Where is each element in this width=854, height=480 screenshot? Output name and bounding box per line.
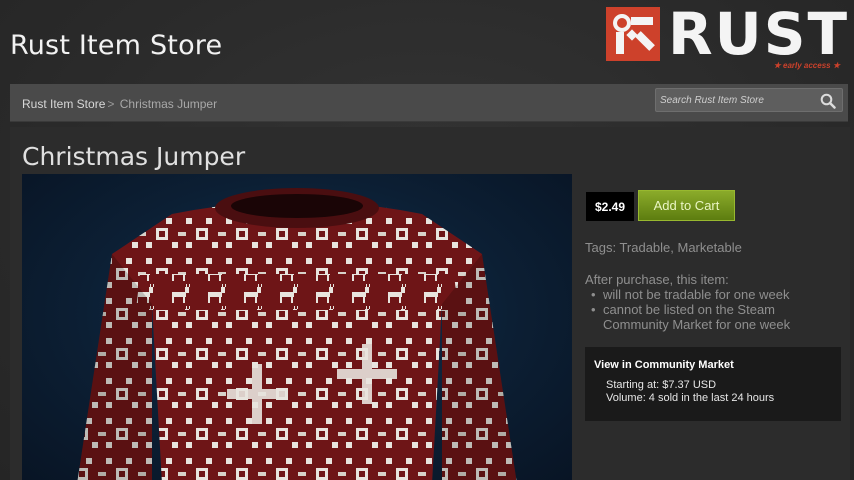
item-title: Christmas Jumper: [22, 142, 246, 171]
rust-logo-text: RUST: [668, 0, 850, 68]
item-image: [22, 174, 572, 480]
breadcrumb-separator: >: [107, 97, 115, 111]
view-community-market-link[interactable]: View in Community Market: [594, 359, 734, 371]
price-badge: $2.49: [586, 192, 634, 221]
restriction-item: will not be tradable for one week: [591, 287, 796, 302]
add-to-cart-button[interactable]: Add to Cart: [638, 190, 735, 221]
item-tags: Tags: Tradable, Marketable: [585, 240, 742, 255]
restrictions-list: will not be tradable for one week cannot…: [591, 287, 796, 332]
rust-logo[interactable]: RUST ★ early access ★: [606, 3, 847, 73]
search-icon[interactable]: [820, 93, 836, 109]
rust-logo-mark-icon: [606, 7, 660, 61]
community-market-box: View in Community Market Starting at: $7…: [585, 347, 841, 421]
after-purchase-info: After purchase, this item: will not be t…: [585, 272, 796, 332]
breadcrumb-root-link[interactable]: Rust Item Store: [22, 97, 105, 111]
rust-logo-subtext: ★ early access ★: [773, 61, 840, 70]
market-info: Starting at: $7.37 USD Volume: 4 sold in…: [606, 379, 774, 405]
restriction-item: cannot be listed on the Steam Community …: [591, 302, 796, 332]
breadcrumb: Rust Item Store > Christmas Jumper: [22, 97, 217, 111]
after-purchase-heading: After purchase, this item:: [585, 272, 729, 287]
breadcrumb-bar: Rust Item Store > Christmas Jumper: [10, 84, 848, 122]
store-title: Rust Item Store: [10, 30, 223, 61]
search-input[interactable]: [660, 92, 815, 109]
search-box[interactable]: [655, 88, 843, 112]
market-starting-price: Starting at: $7.37 USD: [606, 379, 717, 391]
sweater-icon: [77, 188, 517, 480]
market-volume: Volume: 4 sold in the last 24 hours: [606, 392, 775, 404]
breadcrumb-current: Christmas Jumper: [119, 97, 218, 111]
